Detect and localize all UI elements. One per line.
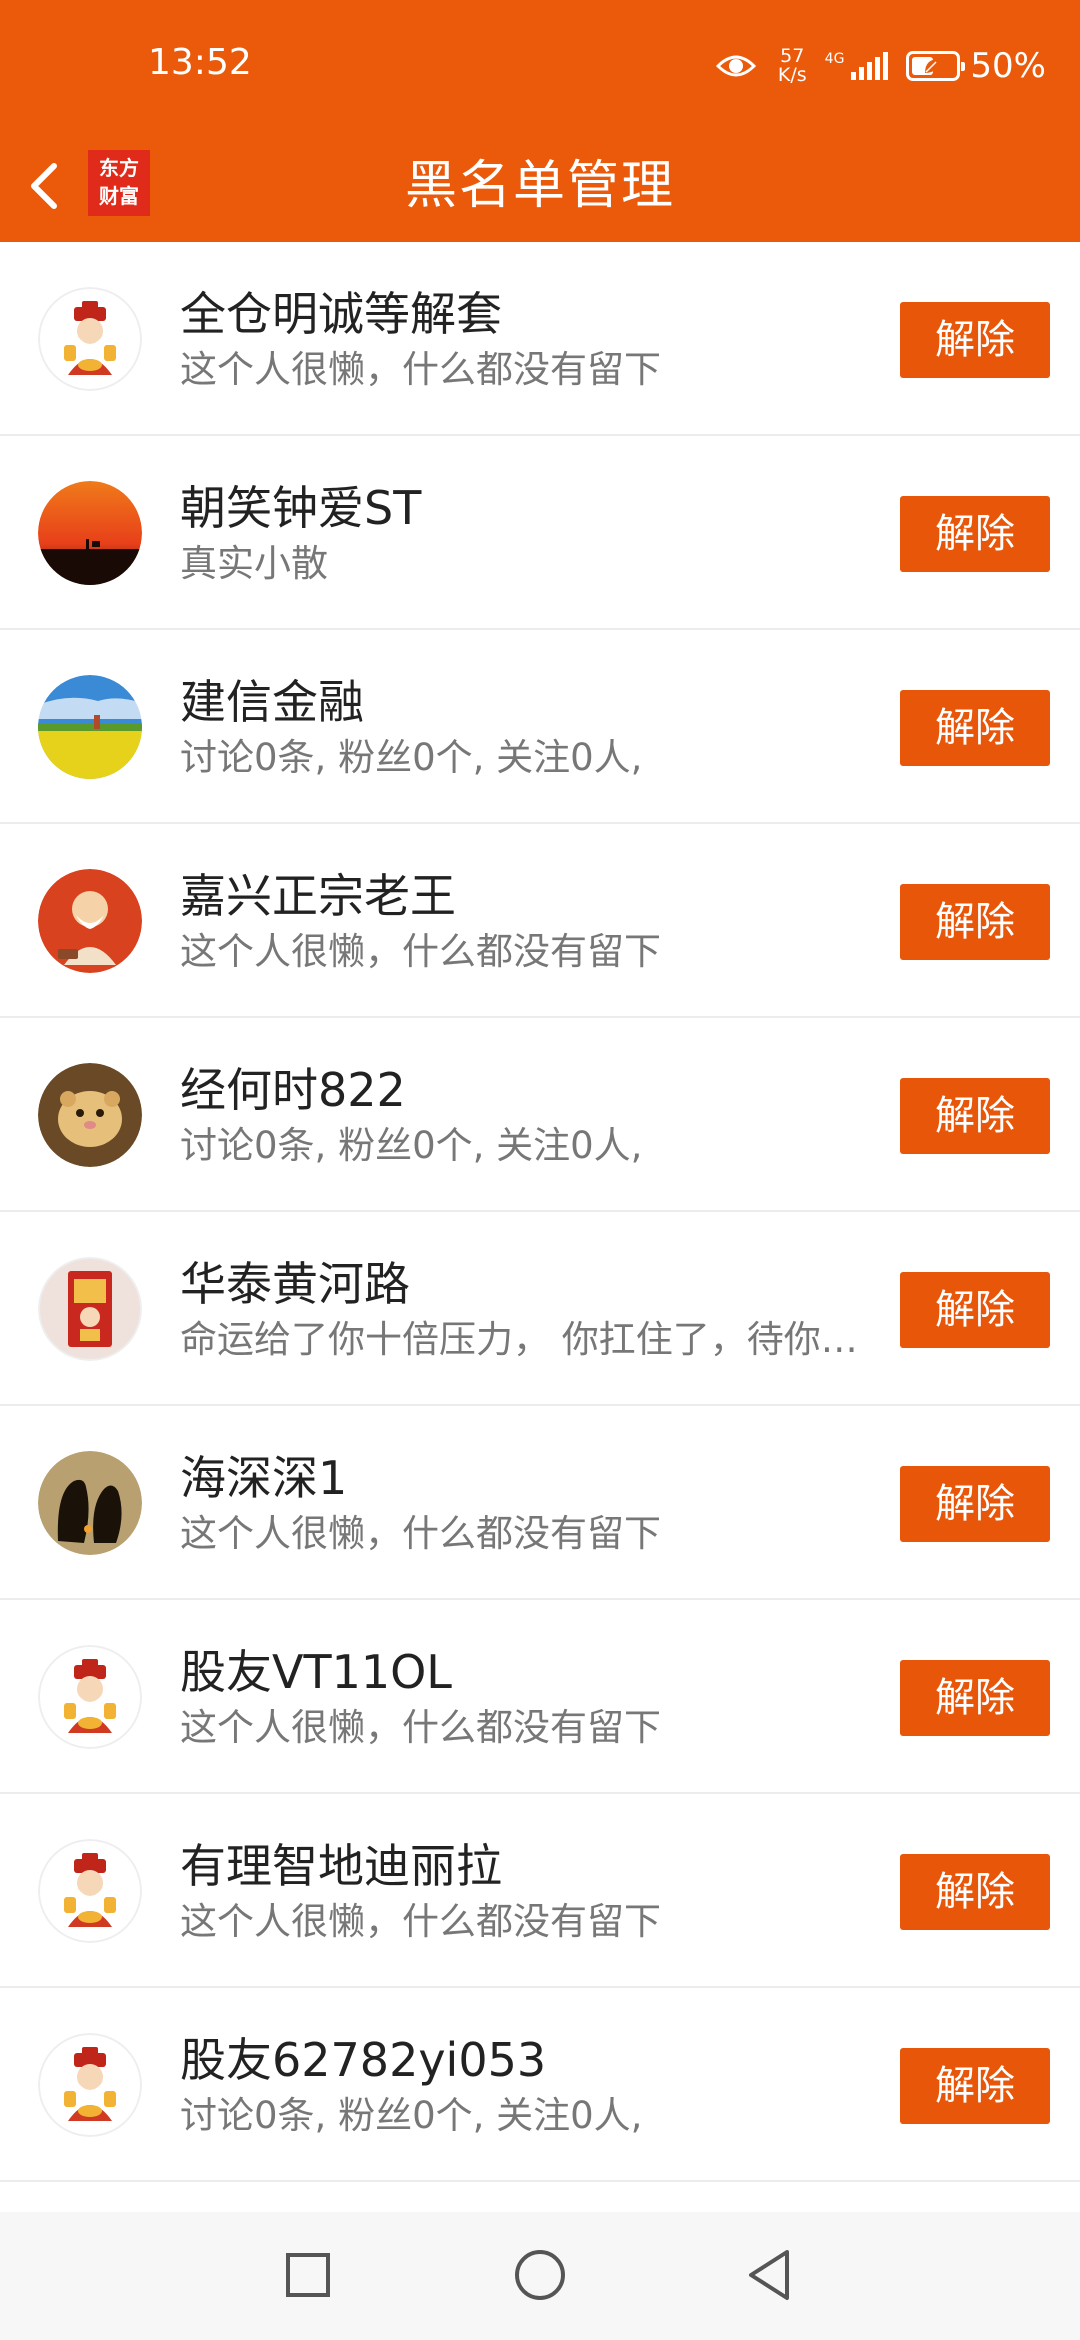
unblock-button[interactable]: 解除 <box>900 2048 1050 2124</box>
system-nav-bar <box>0 2212 1080 2340</box>
user-name[interactable]: 经何时822 <box>180 1062 406 1118</box>
user-description: 讨论0条, 粉丝0个, 关注0人, <box>180 736 643 779</box>
battery-percent: 50% <box>970 46 1046 86</box>
unblock-button[interactable]: 解除 <box>900 496 1050 572</box>
signal-icon: 4G <box>825 52 889 80</box>
blacklist: 全仓明诚等解套 这个人很懒，什么都没有留下 解除 朝笑钟爱ST 真实小散 解除 建信金融 讨论… <box>0 242 1080 2182</box>
unblock-button[interactable]: 解除 <box>900 1078 1050 1154</box>
user-description: 这个人很懒，什么都没有留下 <box>180 1512 661 1555</box>
avatar[interactable] <box>38 1645 142 1749</box>
rapeseed-field-avatar <box>38 675 142 779</box>
avatar[interactable] <box>38 1257 142 1361</box>
avatar[interactable] <box>38 869 142 973</box>
list-item[interactable]: 股友62782yi053 讨论0条, 粉丝0个, 关注0人, 解除 <box>0 1988 1080 2182</box>
list-item[interactable]: 经何时822 讨论0条, 粉丝0个, 关注0人, 解除 <box>0 1018 1080 1212</box>
cartoon-grandpa-avatar <box>38 869 142 973</box>
network-speed-unit: K/s <box>777 64 807 86</box>
eye-icon <box>715 52 756 80</box>
user-description: 命运给了你十倍压力， 你扛住了，待你… <box>180 1318 858 1361</box>
hamster-avatar <box>38 1063 142 1167</box>
avatar[interactable] <box>38 675 142 779</box>
battery-icon <box>906 51 966 81</box>
list-item[interactable]: 全仓明诚等解套这个人很懒，什么都没有留下 解除 <box>0 242 1080 436</box>
unblock-button[interactable]: 解除 <box>900 302 1050 378</box>
user-name[interactable]: 海深深1 <box>180 1450 347 1506</box>
network-speed: 57 K/s <box>778 47 807 85</box>
fortune-card-avatar <box>38 1257 142 1361</box>
sunset-avatar <box>38 481 142 585</box>
list-item[interactable]: 股友VT11OL 这个人很懒，什么都没有留下 解除 <box>0 1600 1080 1794</box>
avatar[interactable] <box>38 1839 142 1943</box>
list-item[interactable]: 建信金融讨论0条, 粉丝0个, 关注0人, 解除 <box>0 630 1080 824</box>
user-name[interactable]: 全仓明诚等解套 <box>180 286 502 342</box>
status-time: 13:52 <box>148 42 252 83</box>
leaf-icon <box>925 59 940 73</box>
recents-button[interactable] <box>273 2240 343 2310</box>
triangle-back-icon <box>749 2250 789 2300</box>
list-item[interactable]: 华泰黄河路命运给了你十倍压力， 你扛住了，待你… 解除 <box>0 1212 1080 1406</box>
user-description: 这个人很懒，什么都没有留下 <box>180 1900 661 1943</box>
caishen-avatar <box>38 1839 142 1943</box>
avatar[interactable] <box>38 2033 142 2137</box>
user-name[interactable]: 朝笑钟爱ST <box>180 480 421 536</box>
home-button[interactable] <box>505 2240 575 2310</box>
status-bar: 13:52 57 K/s 4G 50% <box>0 0 1080 130</box>
user-description: 真实小散 <box>180 542 328 585</box>
user-name[interactable]: 建信金融 <box>180 674 364 730</box>
user-name[interactable]: 股友62782yi053 <box>180 2032 546 2088</box>
user-description: 这个人很懒，什么都没有留下 <box>180 930 661 973</box>
user-name[interactable]: 有理智地迪丽拉 <box>180 1838 502 1894</box>
caishen-avatar <box>38 2033 142 2137</box>
status-icons: 57 K/s 4G 50% <box>715 36 1046 96</box>
unblock-button[interactable]: 解除 <box>900 1854 1050 1930</box>
user-description: 讨论0条, 粉丝0个, 关注0人, <box>180 1124 643 1167</box>
user-description: 讨论0条, 粉丝0个, 关注0人, <box>180 2094 643 2137</box>
user-description: 这个人很懒，什么都没有留下 <box>180 1706 661 1749</box>
avatar[interactable] <box>38 1451 142 1555</box>
unblock-button[interactable]: 解除 <box>900 884 1050 960</box>
user-name[interactable]: 华泰黄河路 <box>180 1256 410 1312</box>
caishen-avatar <box>38 1645 142 1749</box>
user-description: 这个人很懒，什么都没有留下 <box>180 348 661 391</box>
penguins-avatar <box>38 1451 142 1555</box>
user-name[interactable]: 股友VT11OL <box>180 1644 452 1700</box>
user-name[interactable]: 嘉兴正宗老王 <box>180 868 456 924</box>
list-item[interactable]: 朝笑钟爱ST 真实小散 解除 <box>0 436 1080 630</box>
caishen-avatar <box>38 287 142 391</box>
avatar[interactable] <box>38 1063 142 1167</box>
avatar[interactable] <box>38 481 142 585</box>
unblock-button[interactable]: 解除 <box>900 690 1050 766</box>
list-item[interactable]: 嘉兴正宗老王这个人很懒，什么都没有留下 解除 <box>0 824 1080 1018</box>
network-type: 4G <box>824 51 845 67</box>
square-icon <box>286 2253 330 2297</box>
list-item[interactable]: 有理智地迪丽拉这个人很懒，什么都没有留下 解除 <box>0 1794 1080 1988</box>
avatar[interactable] <box>38 287 142 391</box>
system-back-button[interactable] <box>735 2240 805 2310</box>
unblock-button[interactable]: 解除 <box>900 1660 1050 1736</box>
circle-icon <box>515 2250 565 2300</box>
app-header: 东方 财富 黑名单管理 <box>0 130 1080 242</box>
page-title: 黑名单管理 <box>404 156 675 216</box>
unblock-button[interactable]: 解除 <box>900 1272 1050 1348</box>
unblock-button[interactable]: 解除 <box>900 1466 1050 1542</box>
list-item[interactable]: 海深深1 这个人很懒，什么都没有留下 解除 <box>0 1406 1080 1600</box>
